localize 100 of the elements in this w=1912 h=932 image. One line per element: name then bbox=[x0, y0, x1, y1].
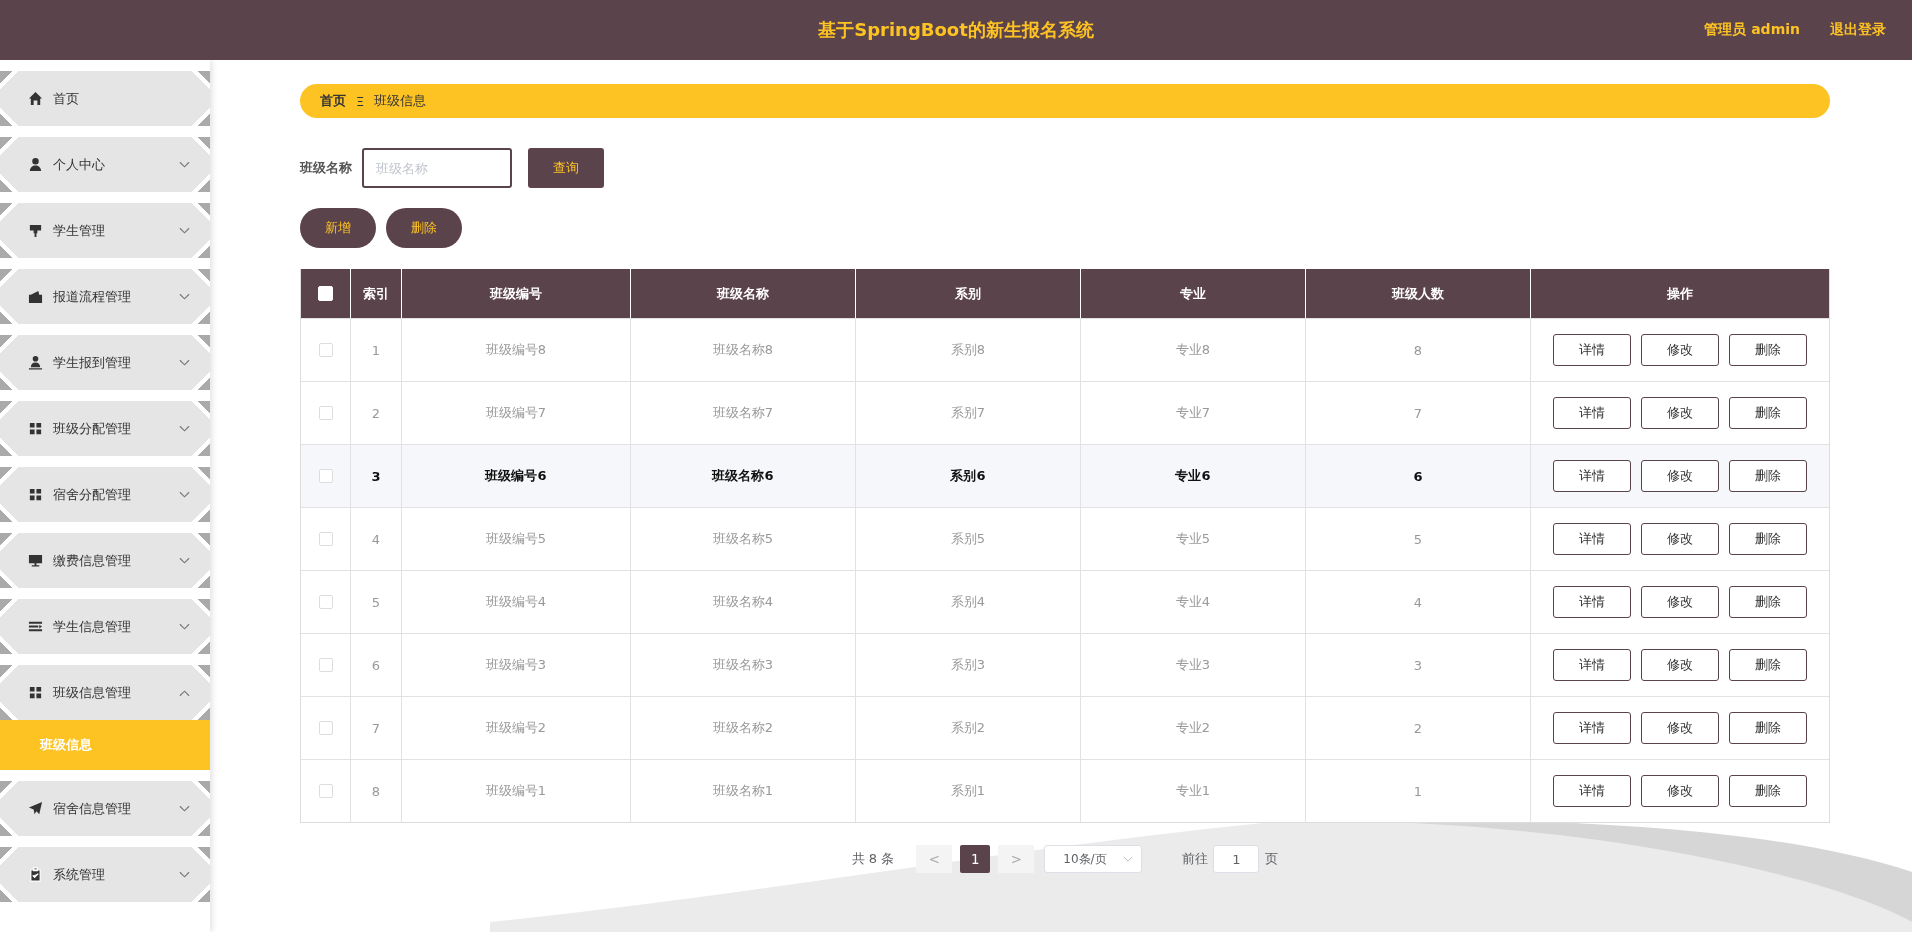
table-cell: 专业1 bbox=[1175, 782, 1211, 800]
table-cell: 班级编号3 bbox=[485, 656, 547, 674]
column-header: 班级人数 bbox=[1306, 269, 1531, 318]
column-header: 系别 bbox=[856, 269, 1081, 318]
chevron-icon bbox=[179, 490, 190, 499]
table-cell: 系别6 bbox=[950, 467, 986, 485]
table-cell: 班级名称2 bbox=[712, 719, 774, 737]
column-header: 专业 bbox=[1081, 269, 1306, 318]
chevron-icon bbox=[179, 226, 190, 235]
page-size-select[interactable]: 10条/页 bbox=[1044, 845, 1143, 873]
row-action-button[interactable]: 删除 bbox=[1729, 334, 1807, 366]
checkbox[interactable] bbox=[318, 343, 333, 357]
total-count: 共 8 条 bbox=[851, 850, 895, 868]
table-cell: 班级名称5 bbox=[712, 530, 774, 548]
page-input[interactable]: 1 bbox=[1213, 845, 1260, 873]
menu-item[interactable]: 学生管理 bbox=[0, 203, 210, 258]
menu-item[interactable]: 首页 bbox=[0, 71, 210, 126]
row-action-button[interactable]: 详情 bbox=[1553, 649, 1631, 681]
checkbox[interactable] bbox=[318, 406, 333, 420]
menu-item[interactable]: 系统管理 bbox=[0, 847, 210, 902]
menu-item[interactable]: 学生报到管理 bbox=[0, 335, 210, 390]
menu-item[interactable]: 宿舍分配管理 bbox=[0, 467, 210, 522]
chevron-icon bbox=[179, 424, 190, 433]
row-action-button[interactable]: 详情 bbox=[1553, 523, 1631, 555]
action-button[interactable]: 删除 bbox=[386, 208, 462, 248]
table-cell: 班级名称6 bbox=[712, 467, 774, 485]
monitor-icon bbox=[28, 553, 43, 568]
menu-item[interactable]: 班级分配管理 bbox=[0, 401, 210, 456]
menu-item[interactable]: 缴费信息管理 bbox=[0, 533, 210, 588]
table-cell: 系别8 bbox=[950, 341, 986, 359]
chevron-icon bbox=[179, 804, 190, 813]
query-button[interactable]: 查询 bbox=[528, 148, 604, 188]
row-action-button[interactable]: 删除 bbox=[1729, 712, 1807, 744]
menu-item[interactable]: 学生信息管理 bbox=[0, 599, 210, 654]
table-cell: 班级编号2 bbox=[485, 719, 547, 737]
chevron-icon bbox=[179, 870, 190, 879]
table-cell: 专业5 bbox=[1175, 530, 1211, 548]
breadcrumb-link[interactable]: 首页 bbox=[320, 92, 346, 110]
row-action-button[interactable]: 修改 bbox=[1641, 712, 1719, 744]
table-cell: 班级编号5 bbox=[485, 530, 547, 548]
logout-link[interactable]: 退出登录 bbox=[1830, 21, 1886, 39]
table-cell: 班级名称4 bbox=[712, 593, 774, 611]
table-cell: 班级名称3 bbox=[712, 656, 774, 674]
row-action-button[interactable]: 删除 bbox=[1729, 460, 1807, 492]
table-cell: 专业6 bbox=[1175, 467, 1211, 485]
row-action-button[interactable]: 详情 bbox=[1553, 460, 1631, 492]
row-action-button[interactable]: 修改 bbox=[1641, 586, 1719, 618]
checkbox[interactable] bbox=[318, 469, 333, 483]
list-icon bbox=[28, 619, 43, 634]
breadcrumb-current: 班级信息 bbox=[374, 92, 427, 110]
table-cell: 2 bbox=[1413, 720, 1423, 736]
table-cell: 班级编号1 bbox=[485, 782, 547, 800]
checkbox[interactable] bbox=[318, 784, 333, 798]
row-action-button[interactable]: 修改 bbox=[1641, 397, 1719, 429]
chevron-icon bbox=[179, 556, 190, 565]
menu-item[interactable]: 报道流程管理 bbox=[0, 269, 210, 324]
row-action-button[interactable]: 删除 bbox=[1729, 586, 1807, 618]
row-action-button[interactable]: 删除 bbox=[1729, 523, 1807, 555]
table-cell: 8 bbox=[1413, 342, 1423, 358]
table-cell: 5 bbox=[1413, 531, 1423, 547]
row-action-button[interactable]: 详情 bbox=[1553, 397, 1631, 429]
row-action-button[interactable]: 详情 bbox=[1553, 775, 1631, 807]
chevron-icon bbox=[179, 622, 190, 631]
table-cell: 系别3 bbox=[950, 656, 986, 674]
table-cell: 专业4 bbox=[1175, 593, 1211, 611]
table-cell: 班级编号6 bbox=[485, 467, 547, 485]
row-action-button[interactable]: 修改 bbox=[1641, 334, 1719, 366]
chevron-icon bbox=[179, 688, 190, 697]
table-cell: 专业2 bbox=[1175, 719, 1211, 737]
table-cell: 班级名称7 bbox=[712, 404, 774, 422]
menu-item[interactable]: 个人中心 bbox=[0, 137, 210, 192]
table-cell: 专业8 bbox=[1175, 341, 1211, 359]
row-action-button[interactable]: 删除 bbox=[1729, 397, 1807, 429]
row-action-button[interactable]: 删除 bbox=[1729, 775, 1807, 807]
row-action-button[interactable]: 修改 bbox=[1641, 460, 1719, 492]
chevron-icon bbox=[179, 358, 190, 367]
column-header: 班级名称 bbox=[631, 269, 856, 318]
table-cell: 系别2 bbox=[950, 719, 986, 737]
page-button[interactable]: 1 bbox=[960, 845, 991, 873]
row-action-button[interactable]: 删除 bbox=[1729, 649, 1807, 681]
table-cell: 专业7 bbox=[1175, 404, 1211, 422]
row-action-button[interactable]: 修改 bbox=[1641, 775, 1719, 807]
action-button[interactable]: 新增 bbox=[300, 208, 376, 248]
checkbox[interactable] bbox=[318, 595, 333, 609]
row-action-button[interactable]: 详情 bbox=[1553, 586, 1631, 618]
row-action-button[interactable]: 修改 bbox=[1641, 523, 1719, 555]
table-cell: 3 bbox=[371, 468, 381, 484]
search-label: 班级名称 bbox=[300, 159, 352, 177]
row-action-button[interactable]: 修改 bbox=[1641, 649, 1719, 681]
menu-item[interactable]: 宿舍信息管理 bbox=[0, 781, 210, 836]
plane-icon bbox=[28, 801, 43, 816]
table-cell: 班级编号7 bbox=[485, 404, 547, 422]
row-action-button[interactable]: 详情 bbox=[1553, 334, 1631, 366]
checkbox[interactable] bbox=[318, 721, 333, 735]
menu-item[interactable]: 班级信息管理 bbox=[0, 665, 210, 720]
checkbox[interactable] bbox=[318, 532, 333, 546]
column-header: 班级编号 bbox=[402, 269, 631, 318]
row-action-button[interactable]: 详情 bbox=[1553, 712, 1631, 744]
checkbox[interactable] bbox=[318, 658, 333, 672]
search-field[interactable]: 班级名称 bbox=[362, 148, 512, 188]
